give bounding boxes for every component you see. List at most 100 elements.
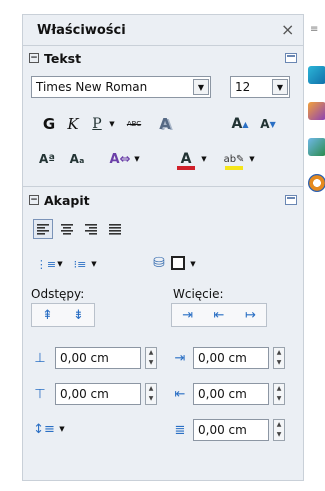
after-text-indent-icon: ⇤ (174, 386, 186, 402)
after-text-indent-field[interactable]: 0,00 cm (193, 383, 269, 405)
gallery-tab-icon[interactable] (308, 138, 325, 156)
increase-indent-icon[interactable]: ⇥ (182, 308, 193, 323)
align-center-icon (61, 223, 73, 235)
chevron-down-icon[interactable]: ▼ (89, 257, 99, 271)
font-size-value: 12 (235, 80, 251, 94)
decrease-indent-icon[interactable]: ⇤ (214, 308, 225, 323)
section-text-title: Tekst (44, 50, 82, 66)
space-above-icon: ⊥ (34, 350, 46, 366)
more-options-icon[interactable] (285, 53, 297, 63)
shrink-font-button[interactable]: A ▼ (257, 115, 279, 133)
justify-icon (109, 223, 121, 235)
styles-tab-icon[interactable] (308, 102, 325, 120)
align-left-icon (37, 223, 49, 235)
chevron-down-icon[interactable]: ▼ (55, 257, 65, 271)
indent-buttons: ⇥ ⇤ ↦ (171, 303, 267, 327)
superscript-button[interactable]: Aª (35, 150, 59, 168)
collapse-icon[interactable]: − (29, 195, 39, 205)
spacing-buttons: ⇞ ⇟ (31, 303, 95, 327)
font-name-value: Times New Roman (36, 80, 148, 94)
before-text-indent-spinner[interactable]: ▲ ▼ (273, 347, 285, 369)
space-above-spinner[interactable]: ▲ ▼ (145, 347, 157, 369)
space-below-spinner[interactable]: ▲ ▼ (145, 383, 157, 405)
subscript-button[interactable]: Aₐ (65, 150, 89, 168)
chevron-down-icon[interactable]: ▼ (132, 152, 142, 166)
chevron-down-icon[interactable]: ▼ (57, 422, 67, 436)
collapse-icon[interactable]: − (29, 53, 39, 63)
paint-bucket-icon[interactable]: ⛁ (149, 253, 169, 273)
first-line-indent-field[interactable]: 0,00 cm (193, 419, 269, 441)
chevron-down-icon[interactable]: ▼ (188, 257, 198, 271)
border-box-icon[interactable] (171, 256, 185, 270)
character-spacing-icon[interactable]: A⇔ (108, 150, 132, 168)
before-text-indent-icon: ⇥ (174, 350, 186, 366)
spacing-label: Odstępy: (31, 287, 85, 301)
first-line-indent-icon: ≣ (174, 422, 186, 438)
arrow-up-icon: ▲ (242, 119, 249, 129)
more-options-icon[interactable] (285, 195, 297, 205)
first-line-indent-value: 0,00 cm (198, 423, 247, 437)
navigator-tab-icon[interactable] (308, 174, 325, 192)
align-center-button[interactable] (57, 219, 77, 239)
justify-button[interactable] (105, 219, 125, 239)
divider (23, 186, 303, 187)
spin-up-icon[interactable]: ▲ (274, 348, 284, 358)
first-line-indent-spinner[interactable]: ▲ ▼ (273, 419, 285, 441)
numbered-list-icon[interactable]: ⁝≡ (71, 255, 89, 273)
after-text-indent-spinner[interactable]: ▲ ▼ (273, 383, 285, 405)
chevron-down-icon[interactable]: ▼ (199, 152, 209, 166)
strikethrough-button[interactable]: ABC (122, 115, 146, 133)
spin-down-icon[interactable]: ▼ (146, 358, 156, 368)
decrease-spacing-icon[interactable]: ⇟ (73, 308, 84, 323)
spin-up-icon[interactable]: ▲ (146, 348, 156, 358)
spin-up-icon[interactable]: ▲ (274, 384, 284, 394)
grow-font-label: A (231, 116, 243, 132)
bold-button[interactable]: G (41, 115, 57, 133)
spin-down-icon[interactable]: ▼ (146, 394, 156, 404)
spin-down-icon[interactable]: ▼ (274, 394, 284, 404)
bullet-list-icon[interactable]: ⋮≡ (36, 255, 56, 273)
font-name-combo[interactable]: Times New Roman ▼ (31, 76, 211, 98)
chevron-down-icon[interactable]: ▼ (272, 79, 288, 95)
spin-down-icon[interactable]: ▼ (274, 430, 284, 440)
align-right-icon (85, 223, 97, 235)
space-below-value: 0,00 cm (60, 387, 109, 401)
panel-title: Właściwości (37, 22, 126, 38)
divider (23, 45, 303, 46)
space-below-icon: ⊤ (34, 386, 46, 402)
hanging-indent-icon[interactable]: ↦ (245, 308, 256, 323)
before-text-indent-value: 0,00 cm (198, 351, 247, 365)
grow-font-button[interactable]: A ▲ (229, 115, 251, 133)
line-spacing-icon[interactable]: ↕≡ (33, 419, 55, 439)
italic-button[interactable]: K (65, 115, 81, 133)
section-text-header[interactable]: − Tekst (29, 49, 81, 67)
section-paragraph-title: Akapit (44, 192, 90, 208)
arrow-down-icon: ▼ (269, 119, 276, 129)
chevron-down-icon[interactable]: ▼ (193, 79, 209, 95)
font-size-combo[interactable]: 12 ▼ (230, 76, 290, 98)
space-below-field[interactable]: 0,00 cm (55, 383, 141, 405)
section-paragraph-header[interactable]: − Akapit (29, 191, 90, 209)
properties-panel: Właściwości × − Tekst Times New Roman ▼ … (22, 14, 304, 481)
indent-label: Wcięcie: (173, 287, 224, 301)
spin-up-icon[interactable]: ▲ (146, 384, 156, 394)
spin-down-icon[interactable]: ▼ (274, 358, 284, 368)
shrink-font-label: A (260, 117, 270, 131)
chevron-down-icon[interactable]: ▼ (107, 117, 117, 131)
underline-button[interactable]: P (89, 115, 105, 133)
align-left-button[interactable] (33, 219, 53, 239)
before-text-indent-field[interactable]: 0,00 cm (193, 347, 269, 369)
spin-up-icon[interactable]: ▲ (274, 420, 284, 430)
increase-spacing-icon[interactable]: ⇞ (42, 308, 53, 323)
space-above-value: 0,00 cm (60, 351, 109, 365)
properties-tab-icon[interactable] (308, 66, 325, 84)
shadow-button[interactable]: A (154, 115, 176, 133)
space-above-field[interactable]: 0,00 cm (55, 347, 141, 369)
sidebar-tabs: ≡ (304, 14, 325, 214)
chevron-down-icon[interactable]: ▼ (247, 152, 257, 166)
align-right-button[interactable] (81, 219, 101, 239)
close-icon[interactable]: × (281, 20, 294, 39)
font-color-swatch (177, 166, 195, 170)
after-text-indent-value: 0,00 cm (198, 387, 247, 401)
menu-icon[interactable]: ≡ (310, 24, 318, 35)
